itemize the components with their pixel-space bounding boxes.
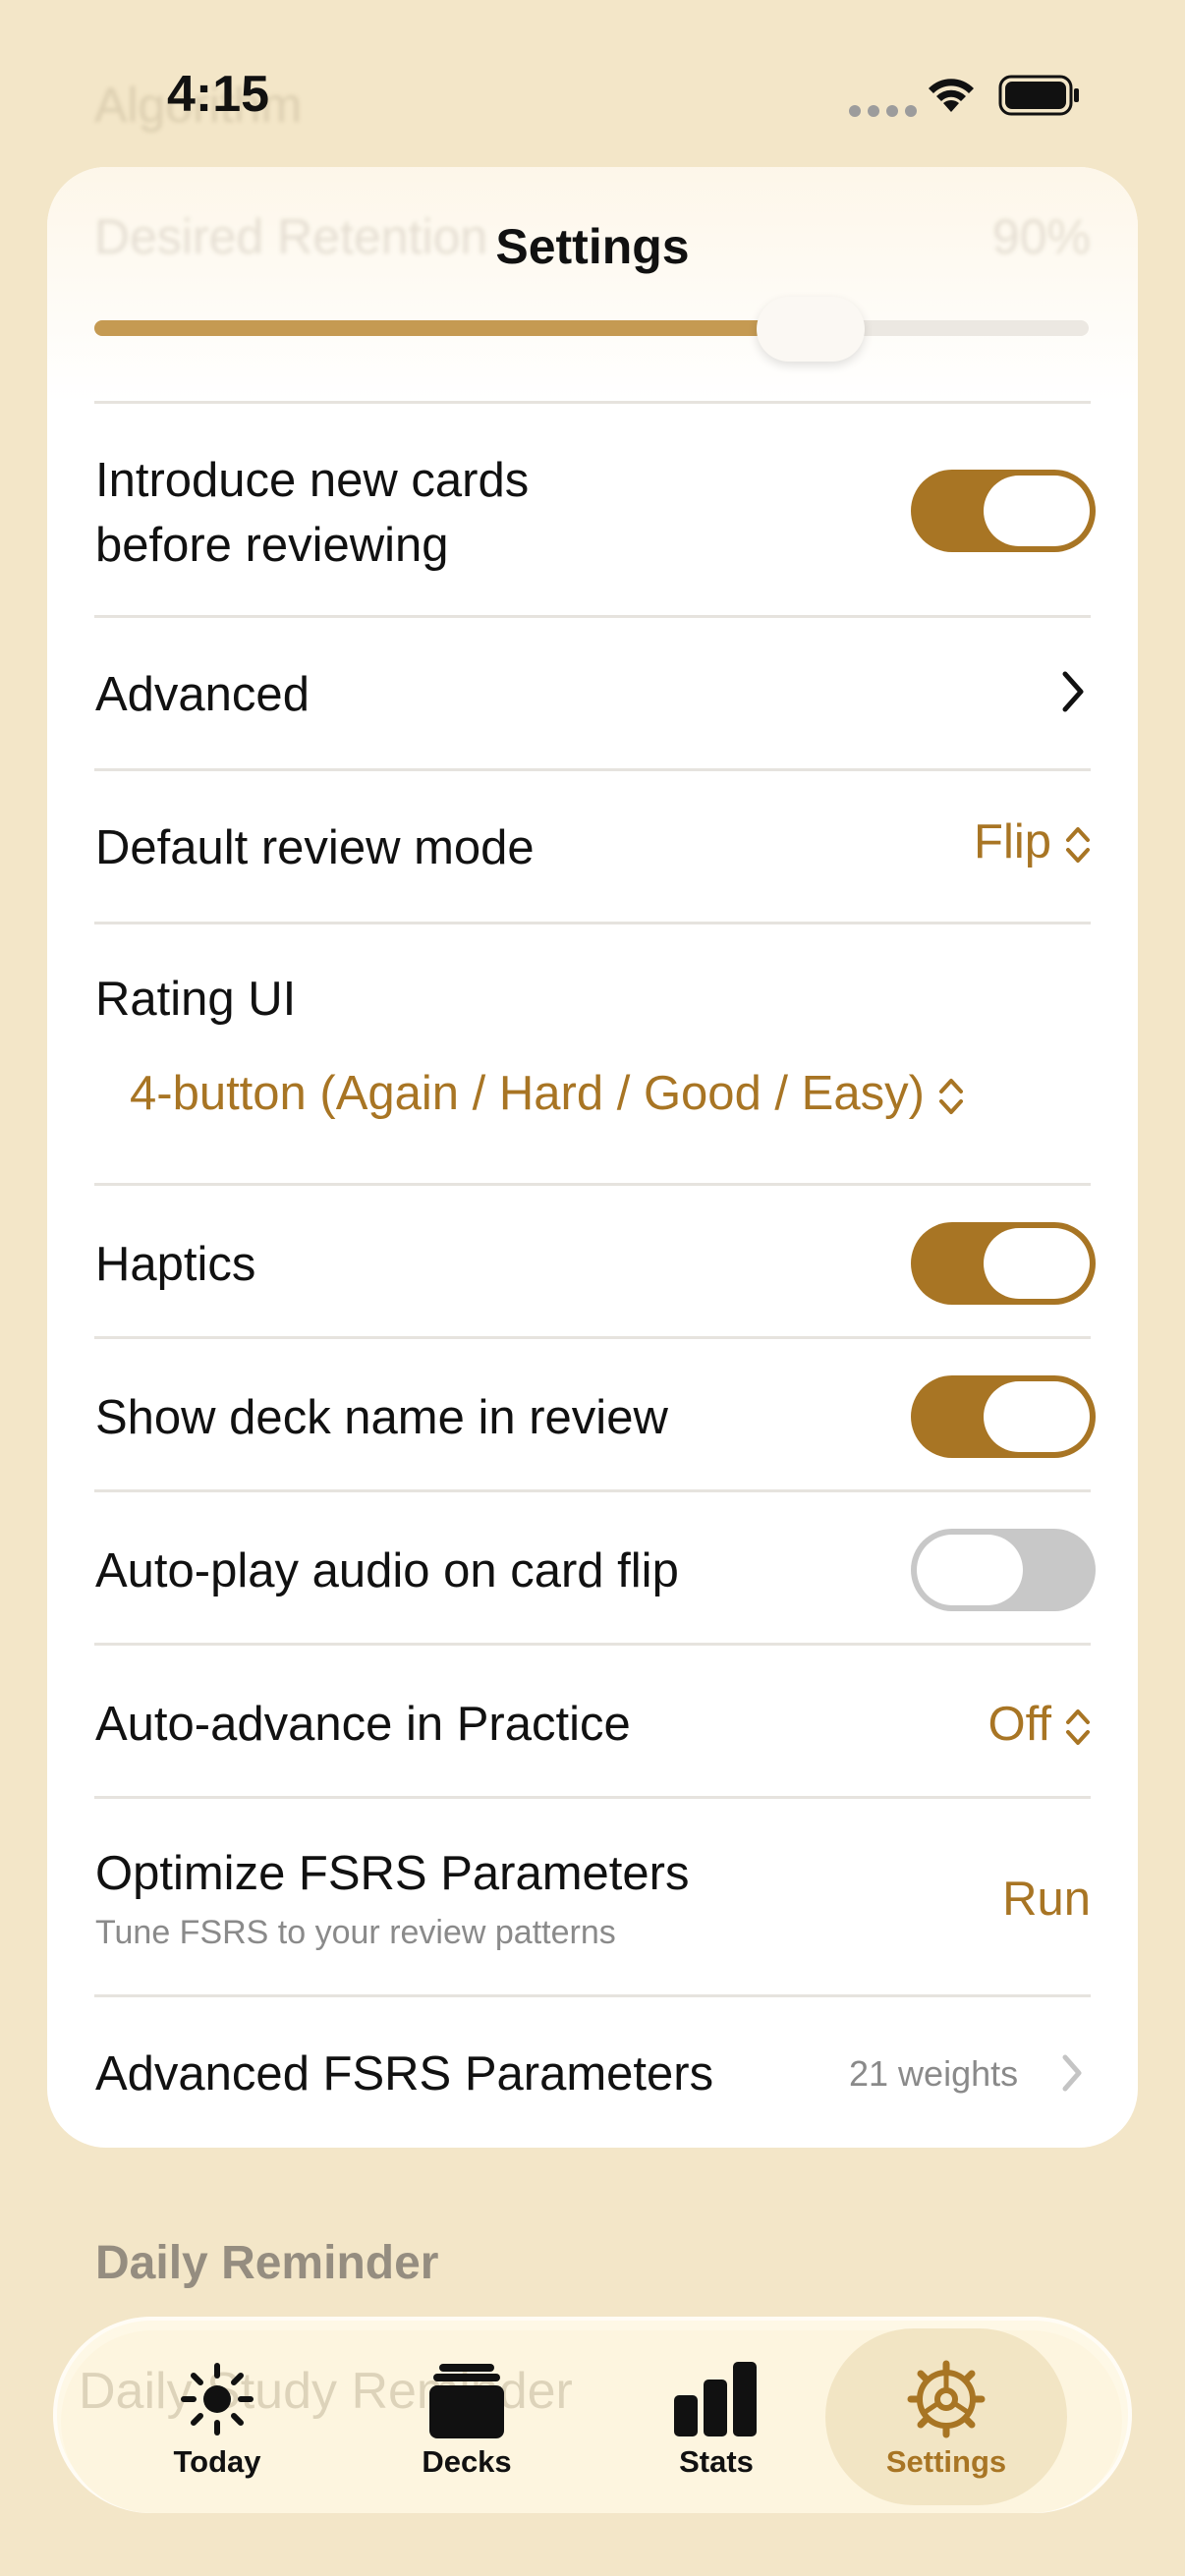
cellular-signal-icon [849,104,924,122]
default-review-mode-picker[interactable]: Flip [974,810,1091,874]
retention-slider-thumb[interactable] [757,297,865,362]
divider [94,1489,1091,1492]
divider [94,401,1091,404]
tab-settings-label: Settings [885,2444,1007,2479]
daily-reminder-section-header: Daily Reminder [95,2237,439,2289]
tab-settings[interactable]: Settings [825,2328,1067,2505]
auto-advance-picker[interactable]: Off [988,1692,1091,1757]
show-deck-name-label: Show deck name in review [95,1391,668,1444]
tab-stats[interactable]: Stats [595,2328,837,2505]
divider [94,1796,1091,1799]
divider [94,922,1091,924]
divider [94,1994,1091,1997]
divider [94,1183,1091,1186]
introduce-new-cards-toggle[interactable] [911,470,1096,552]
chevron-right-icon[interactable] [1061,670,1085,718]
battery-icon [998,75,1081,121]
divider [94,1643,1091,1646]
wifi-icon [924,73,979,119]
algorithm-section-header: Algorithm [94,78,303,133]
nav-header-blur [47,167,1138,403]
show-deck-name-toggle[interactable] [911,1375,1096,1458]
chevron-right-icon[interactable] [1061,2053,1083,2098]
divider [94,1336,1091,1339]
tab-today-label: Today [173,2444,261,2479]
bar-chart-icon [674,2362,757,2436]
tab-decks[interactable]: Decks [346,2328,588,2505]
sun-icon [181,2363,254,2436]
auto-advance-label: Auto-advance in Practice [95,1698,631,1751]
advanced-row-label[interactable]: Advanced [95,662,310,727]
introduce-new-cards-label: Introduce new cards before reviewing [95,454,530,572]
haptics-label: Haptics [95,1238,256,1291]
tab-stats-label: Stats [679,2444,754,2479]
optimize-fsrs-run-button[interactable]: Run [1002,1867,1091,1932]
auto-play-audio-label: Auto-play audio on card flip [95,1544,679,1597]
divider [94,615,1091,618]
haptics-toggle[interactable] [911,1222,1096,1305]
auto-play-audio-toggle[interactable] [911,1529,1096,1611]
optimize-fsrs-sublabel: Tune FSRS to your review patterns [95,1914,616,1951]
chevron-up-down-icon [1066,827,1090,864]
advanced-fsrs-detail: 21 weights [849,2053,1019,2094]
chevron-up-down-icon [1066,1709,1090,1746]
retention-slider-fill [94,320,811,336]
tab-decks-label: Decks [422,2444,512,2479]
default-review-mode-label: Default review mode [95,821,535,874]
page-title: Settings [495,219,690,274]
decks-icon [429,2364,504,2438]
rating-ui-picker[interactable]: 4-button (Again / Hard / Good / Easy) [130,1061,964,1126]
advanced-fsrs-label[interactable]: Advanced FSRS Parameters [95,2042,713,2106]
chevron-up-down-icon [938,1079,963,1115]
gear-icon [907,2360,986,2438]
divider [94,768,1091,771]
rating-ui-label: Rating UI [95,973,297,1026]
optimize-fsrs-label: Optimize FSRS Parameters [95,1847,690,1900]
tab-today[interactable]: Today [96,2328,338,2505]
